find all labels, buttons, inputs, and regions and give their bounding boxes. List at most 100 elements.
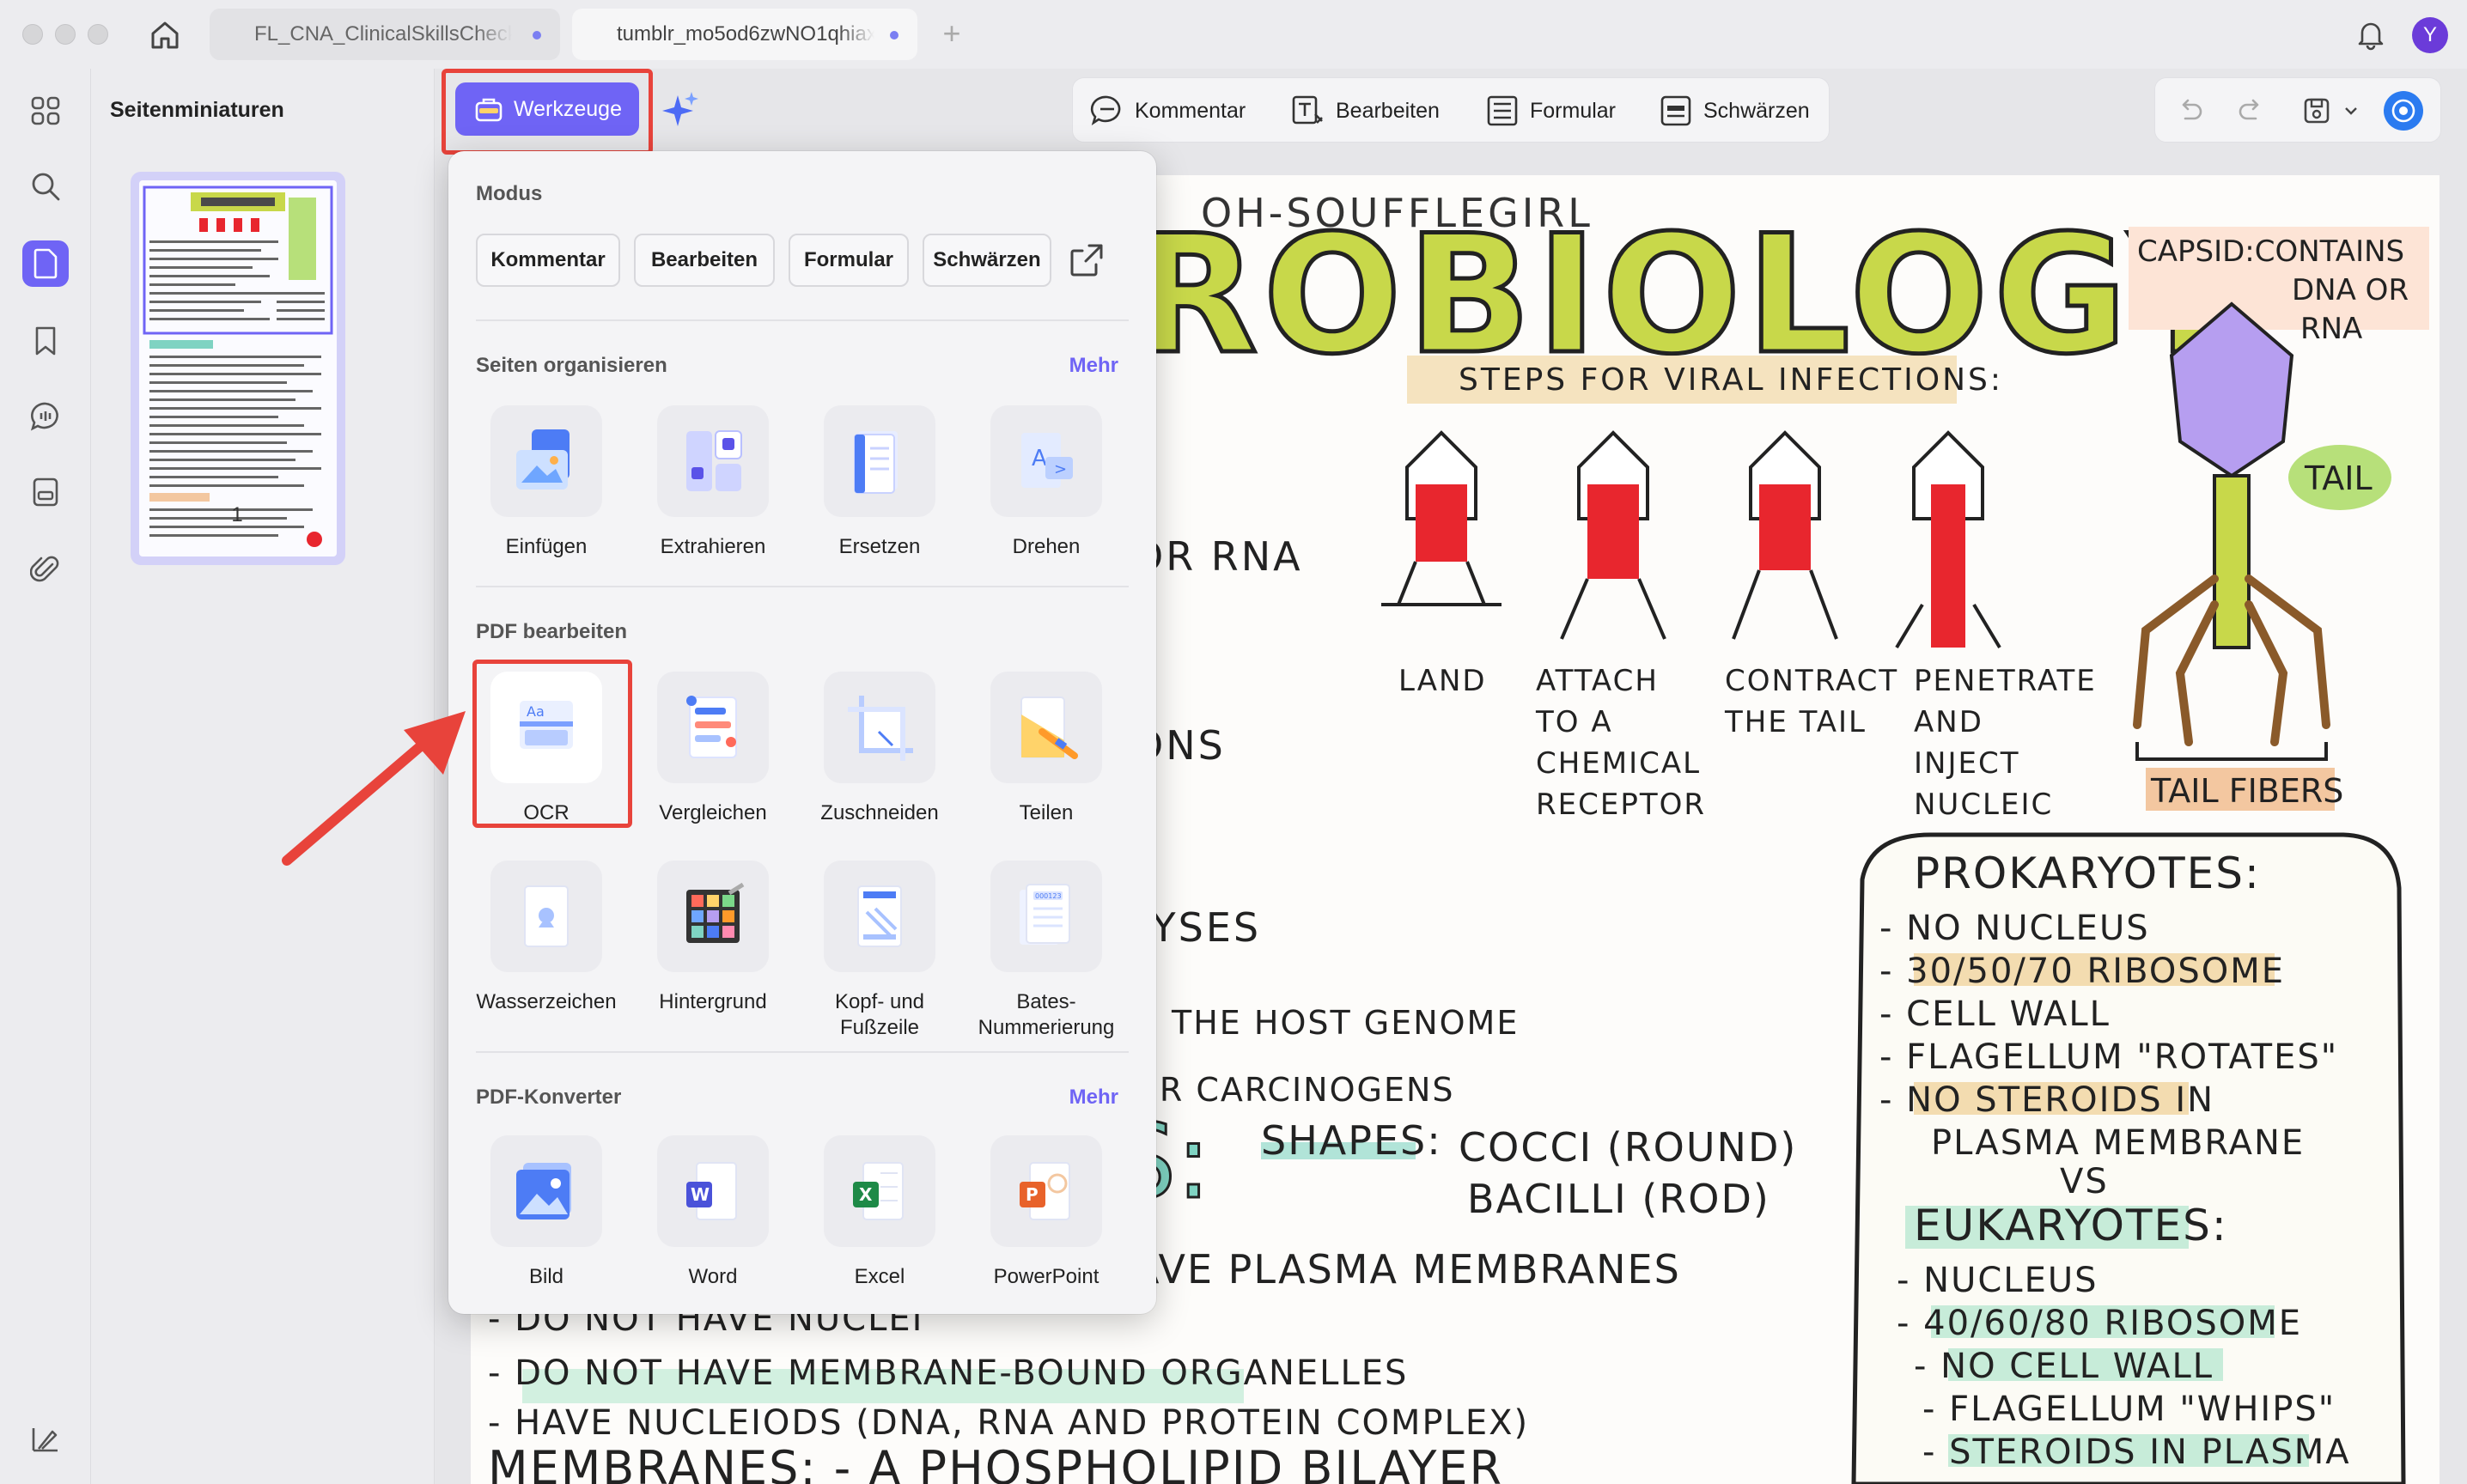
notifications-button[interactable] (2354, 17, 2388, 52)
attachments-button[interactable] (22, 546, 69, 593)
save-icon (2304, 98, 2330, 124)
user-avatar[interactable]: Y (2412, 17, 2448, 53)
tool-label: Word (688, 1265, 738, 1288)
tool-label: Drehen (1012, 535, 1081, 558)
tool-label: Teilen (1019, 801, 1074, 824)
prokaryotes-title: PROKARYOTES: (1914, 848, 2261, 898)
form-icon (1487, 95, 1518, 126)
right-toolbar (2154, 77, 2441, 143)
bacteriophage-drawing: CAPSID:CONTAINS DNA OR RNA TAIL TAIL FIB… (2129, 227, 2429, 811)
search-button[interactable] (22, 163, 69, 210)
bell-icon (2358, 22, 2384, 51)
prokaryotes-item: - NO NUCLEUS (1879, 909, 2150, 948)
capsid-note-3: RNA (2300, 312, 2362, 346)
red-arrow-annotation (282, 711, 466, 866)
svg-text:000123: 000123 (1035, 892, 1062, 900)
new-tab-button[interactable]: + (935, 15, 969, 53)
page-number: 1 (91, 503, 435, 527)
pages-button[interactable] (22, 240, 69, 287)
split-icon (990, 672, 1102, 783)
tab-document-1[interactable]: FL_CNA_ClinicalSkillsChecklist (210, 9, 560, 60)
tool-convert-image[interactable]: Bild (464, 1135, 629, 1290)
mode-redact-button[interactable]: Schwärzen (1659, 78, 1810, 143)
organize-more-link[interactable]: Mehr (1069, 354, 1118, 378)
window-zoom-button[interactable] (88, 24, 108, 45)
undo-button[interactable] (2172, 94, 2207, 128)
save-dropdown-button[interactable] (2339, 94, 2363, 128)
comment-icon (1090, 95, 1121, 126)
redact-icon (1660, 95, 1691, 126)
tool-label: Bild (528, 1265, 564, 1288)
step-penetrate-2: AND (1914, 705, 1983, 739)
window-close-button[interactable] (22, 24, 43, 45)
eukaryotes-title: EUKARYOTES: (1914, 1201, 2228, 1250)
undo-icon (2182, 99, 2202, 120)
redo-icon (2239, 99, 2259, 120)
image-icon (490, 1135, 602, 1247)
eukaryotes-item: - NO CELL WALL (1914, 1347, 2214, 1386)
step-penetrate: PENETRATE (1914, 664, 2097, 698)
window-minimize-button[interactable] (55, 24, 76, 45)
unsaved-dot (890, 31, 898, 40)
stamp-button[interactable] (22, 469, 69, 515)
tool-label: PowerPoint (993, 1265, 1099, 1288)
fragment-plasma: AVE PLASMA MEMBRANES (1132, 1246, 1681, 1292)
step-attach: ATTACH (1536, 664, 1659, 698)
sidebar-icon (32, 1428, 58, 1452)
fragment-or-rna: OR RNA (1132, 533, 1303, 580)
open-external-button[interactable] (1067, 240, 1106, 280)
svg-text:W: W (691, 1184, 710, 1205)
eukaryotes-item: - STEROIDS IN PLASMA (1922, 1432, 2351, 1472)
tail-fibers-label: TAIL FIBERS (2150, 772, 2343, 810)
step-attach-4: RECEPTOR (1536, 788, 1706, 822)
mode-edit-button[interactable]: Bearbeiten (1291, 78, 1440, 143)
mode-comment-button[interactable]: Kommentar (1090, 78, 1246, 143)
bottom-line-4: MEMBRANES: - A PHOSPHOLIPID BILAYER (488, 1441, 1503, 1484)
tool-bates[interactable]: 000123 Bates-Nummerierung (964, 861, 1129, 1041)
stamp-icon (33, 477, 58, 507)
tool-convert-powerpoint[interactable]: P PowerPoint (964, 1135, 1129, 1290)
step-contract-2: THE TAIL (1724, 705, 1867, 739)
eukaryotes-item: - 40/60/80 RIBOSOME (1897, 1304, 2302, 1343)
tool-convert-word[interactable]: W Word (630, 1135, 795, 1290)
search-icon (32, 173, 60, 201)
tool-label: Kopf- und Fußzeile (834, 990, 925, 1039)
sidebar-settings-button[interactable] (22, 1415, 69, 1462)
left-rail (0, 69, 91, 1484)
assistant-icon (2391, 99, 2415, 123)
tool-rotate[interactable]: A > Drehen (964, 405, 1129, 560)
bottom-line-3: - HAVE NUCLEIODS (DNA, RNA AND PROTEIN C… (488, 1403, 1529, 1443)
mode-form-button[interactable]: Formular (1485, 78, 1616, 143)
vs-label: VS (2060, 1162, 2109, 1201)
svg-text:>: > (1054, 460, 1067, 478)
bookmarks-button[interactable] (22, 318, 69, 364)
redo-button[interactable] (2234, 94, 2269, 128)
excel-icon: X (824, 1135, 935, 1247)
comment-icon (30, 402, 58, 431)
apps-button[interactable] (22, 88, 69, 134)
tool-label: Hintergrund (659, 990, 767, 1013)
fragment-host-genome: O THE HOST GENOME (1132, 1004, 1519, 1042)
step-land: LAND (1398, 664, 1487, 698)
home-button[interactable] (144, 15, 186, 55)
prokaryotes-item: - FLAGELLUM "ROTATES" (1879, 1037, 2338, 1077)
prokaryotes-item: - CELL WALL (1879, 994, 2111, 1034)
mode-label: Bearbeiten (1336, 98, 1440, 123)
convert-more-link[interactable]: Mehr (1069, 1086, 1118, 1110)
tool-label: Excel (854, 1265, 905, 1288)
word-icon: W (657, 1135, 769, 1247)
tab-document-2[interactable]: tumblr_mo5od6zwNO1qhiaxq (572, 9, 917, 60)
unsaved-dot (533, 31, 541, 40)
tool-convert-excel[interactable]: X Excel (797, 1135, 962, 1290)
shapes-label: SHAPES: (1261, 1117, 1442, 1164)
capsid-note: CAPSID:CONTAINS (2137, 234, 2404, 269)
prokaryotes-item: - 30/50/70 RIBOSOME (1879, 952, 2285, 991)
ai-assistant-avatar[interactable] (2384, 91, 2423, 131)
eukaryotes-item: - NUCLEUS (1897, 1261, 2098, 1300)
save-button[interactable] (2299, 94, 2334, 128)
comments-button[interactable] (22, 393, 69, 440)
step-attach-3: CHEMICAL (1536, 746, 1701, 781)
step-attach-2: TO A (1535, 705, 1613, 739)
tool-split[interactable]: Teilen (964, 672, 1129, 826)
panel-title: Seitenminiaturen (110, 98, 284, 122)
